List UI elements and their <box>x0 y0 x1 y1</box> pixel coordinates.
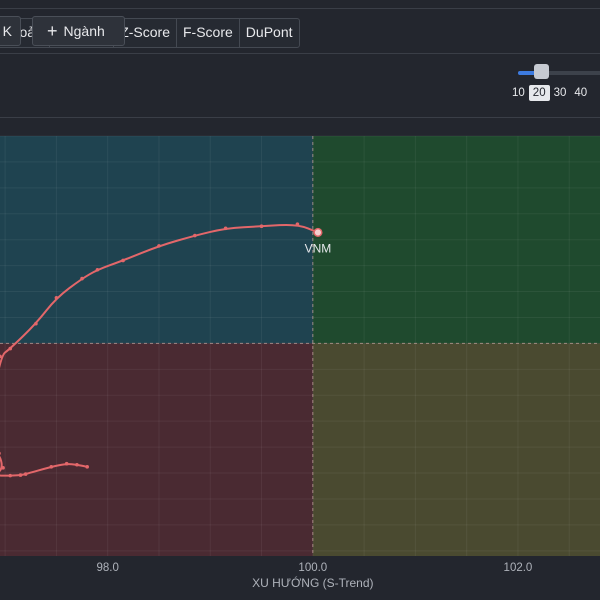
trail-point <box>54 295 59 300</box>
rrg-chart: VNM 98.0 100.0 102.0 XU HƯỚNG (S-Trend) <box>0 118 600 600</box>
x-tick-label: 98.0 <box>96 562 118 574</box>
period-slider-ticks: 10 20 30 40 <box>508 85 591 101</box>
period-tick-20[interactable]: 20 <box>528 85 550 101</box>
trail-point <box>157 244 161 248</box>
trail-point <box>75 462 79 467</box>
divider <box>0 8 600 9</box>
trail-point <box>1 466 5 470</box>
tab-3[interactable]: F-Score <box>177 19 240 47</box>
trail-point <box>8 346 13 351</box>
trail-point <box>295 222 300 226</box>
period-tick-10[interactable]: 10 <box>508 85 529 101</box>
trail-point <box>49 465 54 469</box>
quadrant-bottom-right <box>312 343 600 556</box>
trail-point <box>64 461 69 466</box>
trail-point <box>193 233 197 238</box>
x-axis-label: XU HƯỚNG (S-Trend) <box>252 575 373 590</box>
trail-point <box>80 276 84 281</box>
trail-point <box>8 473 13 478</box>
trail-point <box>34 321 38 326</box>
trail-point <box>121 258 125 263</box>
trail-point <box>18 473 23 477</box>
trail-point <box>85 465 89 469</box>
k-button[interactable]: K <box>0 16 21 46</box>
period-slider-thumb[interactable] <box>533 64 549 79</box>
trail-point <box>223 226 228 231</box>
series-label: VNM <box>305 241 332 255</box>
plus-icon: + <box>47 21 58 41</box>
add-industry-button[interactable]: + Ngành <box>32 16 125 46</box>
trail-point <box>95 267 100 272</box>
quadrant-bottom-left <box>0 343 313 556</box>
trail-point <box>23 472 28 476</box>
series-head-point <box>313 227 323 237</box>
add-industry-label: Ngành <box>63 23 105 39</box>
trail-point <box>259 224 264 229</box>
period-tick-40[interactable]: 40 <box>570 85 591 101</box>
period-tick-30[interactable]: 30 <box>550 85 571 101</box>
rrg-chart-svg: VNM 98.0 100.0 102.0 XU HƯỚNG (S-Trend) <box>0 135 600 590</box>
tab-4[interactable]: DuPont <box>240 19 299 47</box>
x-tick-label: 102.0 <box>504 562 533 574</box>
x-tick-label: 100.0 <box>298 562 327 574</box>
